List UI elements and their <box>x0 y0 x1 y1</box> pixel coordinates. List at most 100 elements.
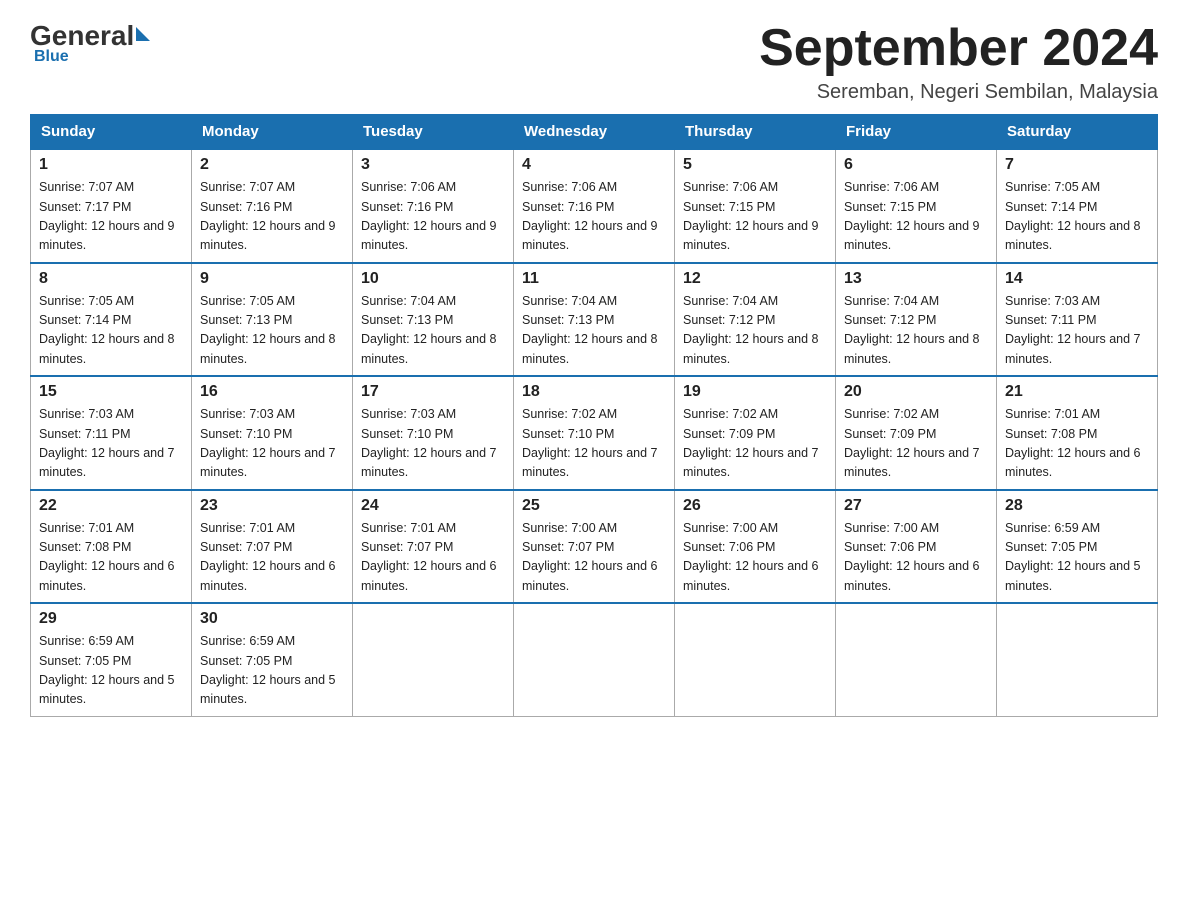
day-number: 5 <box>683 156 827 174</box>
day-info: Sunrise: 7:03 AMSunset: 7:10 PMDaylight:… <box>361 405 505 483</box>
calendar-week-row: 8 Sunrise: 7:05 AMSunset: 7:14 PMDaylight… <box>31 263 1158 377</box>
day-info: Sunrise: 7:01 AMSunset: 7:08 PMDaylight:… <box>1005 405 1149 483</box>
logo-triangle-icon <box>136 27 150 41</box>
column-header-monday: Monday <box>192 115 353 150</box>
page-header: General Blue September 2024 Seremban, Ne… <box>30 20 1158 104</box>
day-number: 17 <box>361 383 505 401</box>
day-info: Sunrise: 7:00 AMSunset: 7:06 PMDaylight:… <box>683 519 827 597</box>
day-info: Sunrise: 7:06 AMSunset: 7:16 PMDaylight:… <box>522 178 666 256</box>
day-info: Sunrise: 7:04 AMSunset: 7:12 PMDaylight:… <box>683 292 827 370</box>
calendar-day-cell: 5 Sunrise: 7:06 AMSunset: 7:15 PMDaylight… <box>675 149 836 263</box>
day-info: Sunrise: 7:04 AMSunset: 7:12 PMDaylight:… <box>844 292 988 370</box>
day-number: 27 <box>844 497 988 515</box>
day-info: Sunrise: 7:02 AMSunset: 7:10 PMDaylight:… <box>522 405 666 483</box>
calendar-day-cell: 9 Sunrise: 7:05 AMSunset: 7:13 PMDaylight… <box>192 263 353 377</box>
calendar-day-cell: 8 Sunrise: 7:05 AMSunset: 7:14 PMDaylight… <box>31 263 192 377</box>
day-number: 2 <box>200 156 344 174</box>
day-info: Sunrise: 7:07 AMSunset: 7:17 PMDaylight:… <box>39 178 183 256</box>
day-info: Sunrise: 6:59 AMSunset: 7:05 PMDaylight:… <box>1005 519 1149 597</box>
day-number: 25 <box>522 497 666 515</box>
day-info: Sunrise: 7:01 AMSunset: 7:07 PMDaylight:… <box>200 519 344 597</box>
day-number: 6 <box>844 156 988 174</box>
day-info: Sunrise: 7:01 AMSunset: 7:07 PMDaylight:… <box>361 519 505 597</box>
day-number: 8 <box>39 270 183 288</box>
calendar-day-cell: 11 Sunrise: 7:04 AMSunset: 7:13 PMDayligh… <box>514 263 675 377</box>
day-info: Sunrise: 7:03 AMSunset: 7:10 PMDaylight:… <box>200 405 344 483</box>
day-number: 23 <box>200 497 344 515</box>
calendar-day-cell: 21Sunrise: 7:01 AMSunset: 7:08 PMDayligh… <box>997 376 1158 490</box>
calendar-day-cell: 25 Sunrise: 7:00 AMSunset: 7:07 PMDayligh… <box>514 490 675 604</box>
calendar-day-cell: 20 Sunrise: 7:02 AMSunset: 7:09 PMDayligh… <box>836 376 997 490</box>
column-header-tuesday: Tuesday <box>353 115 514 150</box>
calendar-day-cell: 2 Sunrise: 7:07 AMSunset: 7:16 PMDaylight… <box>192 149 353 263</box>
column-header-thursday: Thursday <box>675 115 836 150</box>
empty-cell <box>675 603 836 716</box>
calendar-day-cell: 16Sunrise: 7:03 AMSunset: 7:10 PMDayligh… <box>192 376 353 490</box>
day-info: Sunrise: 7:05 AMSunset: 7:14 PMDaylight:… <box>39 292 183 370</box>
day-number: 15 <box>39 383 183 401</box>
day-number: 28 <box>1005 497 1149 515</box>
day-number: 30 <box>200 610 344 628</box>
empty-cell <box>353 603 514 716</box>
day-number: 20 <box>844 383 988 401</box>
column-header-wednesday: Wednesday <box>514 115 675 150</box>
day-info: Sunrise: 7:06 AMSunset: 7:16 PMDaylight:… <box>361 178 505 256</box>
calendar-day-cell: 26 Sunrise: 7:00 AMSunset: 7:06 PMDayligh… <box>675 490 836 604</box>
day-number: 24 <box>361 497 505 515</box>
calendar-day-cell: 10 Sunrise: 7:04 AMSunset: 7:13 PMDayligh… <box>353 263 514 377</box>
day-info: Sunrise: 7:05 AMSunset: 7:13 PMDaylight:… <box>200 292 344 370</box>
day-number: 29 <box>39 610 183 628</box>
day-number: 11 <box>522 270 666 288</box>
day-number: 18 <box>522 383 666 401</box>
calendar-day-cell: 3Sunrise: 7:06 AMSunset: 7:16 PMDaylight… <box>353 149 514 263</box>
calendar-table: SundayMondayTuesdayWednesdayThursdayFrid… <box>30 114 1158 717</box>
day-number: 12 <box>683 270 827 288</box>
day-number: 22 <box>39 497 183 515</box>
day-info: Sunrise: 7:00 AMSunset: 7:07 PMDaylight:… <box>522 519 666 597</box>
calendar-day-cell: 12 Sunrise: 7:04 AMSunset: 7:12 PMDayligh… <box>675 263 836 377</box>
day-number: 13 <box>844 270 988 288</box>
day-number: 26 <box>683 497 827 515</box>
calendar-day-cell: 14Sunrise: 7:03 AMSunset: 7:11 PMDayligh… <box>997 263 1158 377</box>
calendar-week-row: 15 Sunrise: 7:03 AMSunset: 7:11 PMDayligh… <box>31 376 1158 490</box>
day-number: 4 <box>522 156 666 174</box>
day-info: Sunrise: 7:04 AMSunset: 7:13 PMDaylight:… <box>361 292 505 370</box>
empty-cell <box>997 603 1158 716</box>
day-info: Sunrise: 7:07 AMSunset: 7:16 PMDaylight:… <box>200 178 344 256</box>
calendar-day-cell: 29 Sunrise: 6:59 AMSunset: 7:05 PMDayligh… <box>31 603 192 716</box>
calendar-day-cell: 17 Sunrise: 7:03 AMSunset: 7:10 PMDayligh… <box>353 376 514 490</box>
day-info: Sunrise: 6:59 AMSunset: 7:05 PMDaylight:… <box>39 632 183 710</box>
day-number: 1 <box>39 156 183 174</box>
calendar-day-cell: 19 Sunrise: 7:02 AMSunset: 7:09 PMDayligh… <box>675 376 836 490</box>
calendar-day-cell: 24 Sunrise: 7:01 AMSunset: 7:07 PMDayligh… <box>353 490 514 604</box>
subtitle: Seremban, Negeri Sembilan, Malaysia <box>759 81 1158 104</box>
calendar-day-cell: 1 Sunrise: 7:07 AMSunset: 7:17 PMDaylight… <box>31 149 192 263</box>
calendar-day-cell: 13 Sunrise: 7:04 AMSunset: 7:12 PMDayligh… <box>836 263 997 377</box>
calendar-day-cell: 18 Sunrise: 7:02 AMSunset: 7:10 PMDayligh… <box>514 376 675 490</box>
calendar-week-row: 1 Sunrise: 7:07 AMSunset: 7:17 PMDaylight… <box>31 149 1158 263</box>
calendar-week-row: 22 Sunrise: 7:01 AMSunset: 7:08 PMDayligh… <box>31 490 1158 604</box>
day-number: 19 <box>683 383 827 401</box>
day-info: Sunrise: 7:01 AMSunset: 7:08 PMDaylight:… <box>39 519 183 597</box>
day-info: Sunrise: 7:04 AMSunset: 7:13 PMDaylight:… <box>522 292 666 370</box>
empty-cell <box>514 603 675 716</box>
day-info: Sunrise: 7:02 AMSunset: 7:09 PMDaylight:… <box>683 405 827 483</box>
column-header-sunday: Sunday <box>31 115 192 150</box>
logo: General Blue <box>30 20 150 66</box>
day-number: 9 <box>200 270 344 288</box>
day-info: Sunrise: 7:06 AMSunset: 7:15 PMDaylight:… <box>683 178 827 256</box>
calendar-day-cell: 6 Sunrise: 7:06 AMSunset: 7:15 PMDaylight… <box>836 149 997 263</box>
day-number: 7 <box>1005 156 1149 174</box>
calendar-day-cell: 4 Sunrise: 7:06 AMSunset: 7:16 PMDaylight… <box>514 149 675 263</box>
calendar-day-cell: 28 Sunrise: 6:59 AMSunset: 7:05 PMDayligh… <box>997 490 1158 604</box>
main-title: September 2024 <box>759 20 1158 77</box>
calendar-day-cell: 23 Sunrise: 7:01 AMSunset: 7:07 PMDayligh… <box>192 490 353 604</box>
day-number: 10 <box>361 270 505 288</box>
day-info: Sunrise: 7:02 AMSunset: 7:09 PMDaylight:… <box>844 405 988 483</box>
day-info: Sunrise: 7:06 AMSunset: 7:15 PMDaylight:… <box>844 178 988 256</box>
day-info: Sunrise: 7:05 AMSunset: 7:14 PMDaylight:… <box>1005 178 1149 256</box>
calendar-day-cell: 30Sunrise: 6:59 AMSunset: 7:05 PMDayligh… <box>192 603 353 716</box>
day-info: Sunrise: 7:03 AMSunset: 7:11 PMDaylight:… <box>39 405 183 483</box>
calendar-day-cell: 7 Sunrise: 7:05 AMSunset: 7:14 PMDaylight… <box>997 149 1158 263</box>
calendar-day-cell: 15 Sunrise: 7:03 AMSunset: 7:11 PMDayligh… <box>31 376 192 490</box>
